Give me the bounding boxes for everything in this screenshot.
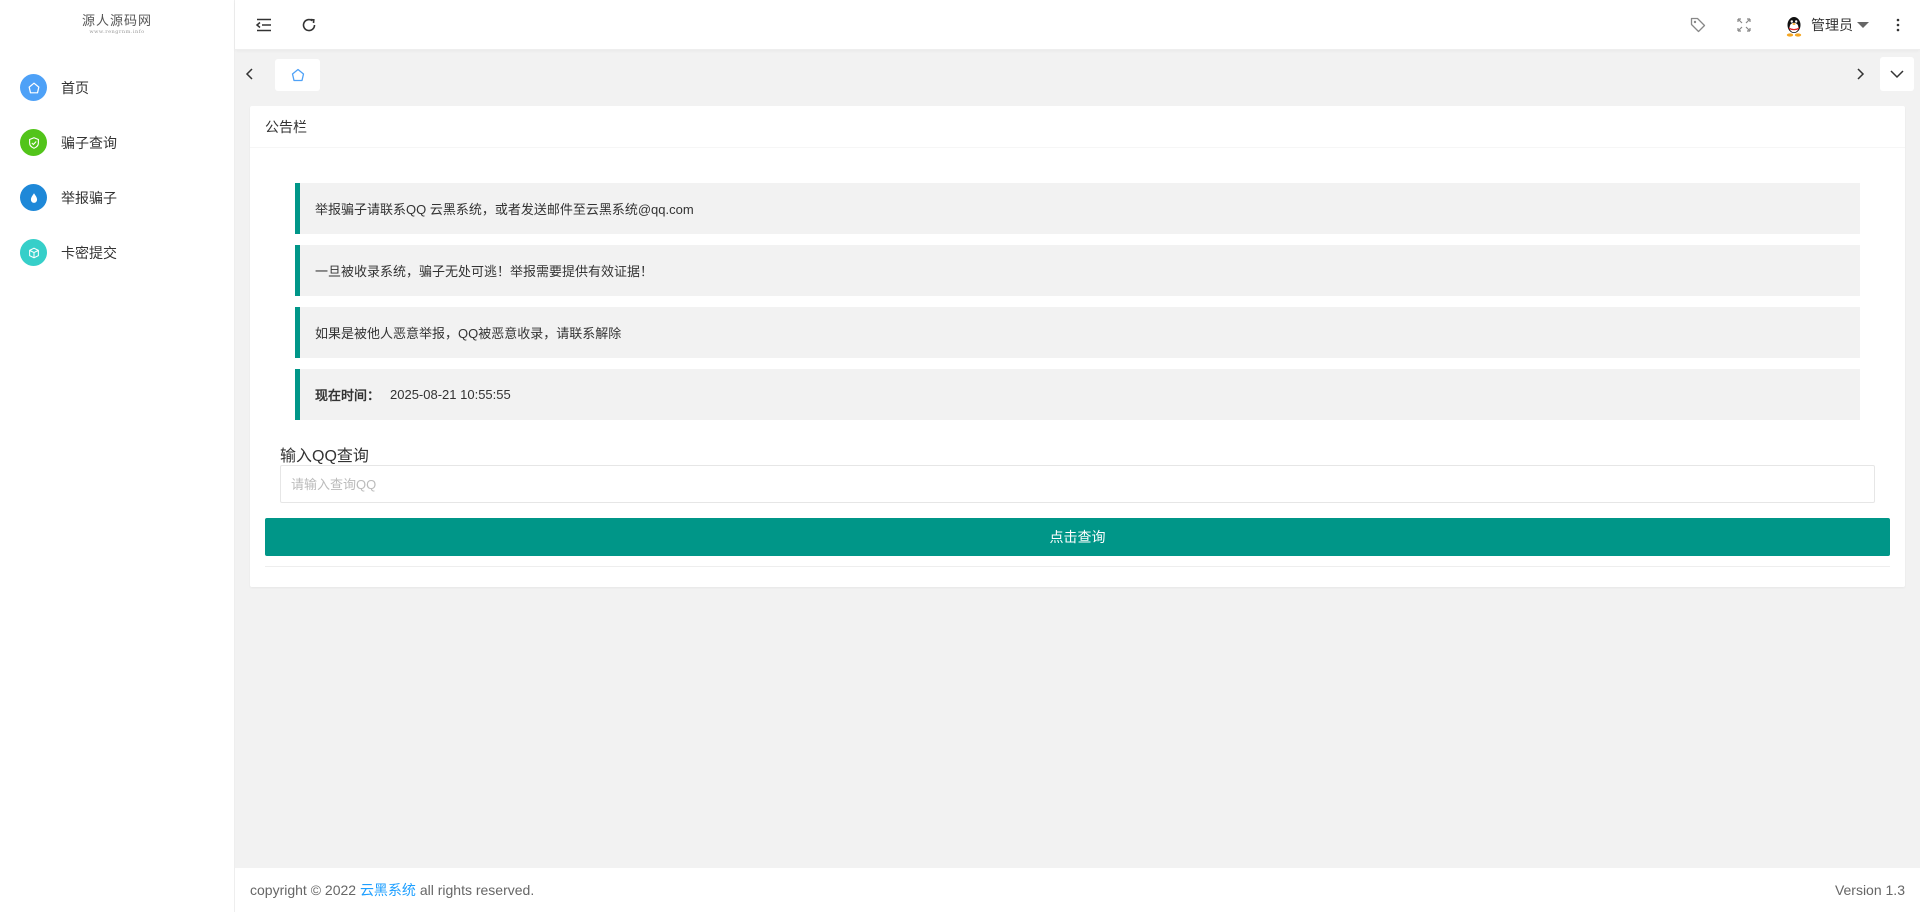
query-button[interactable]: 点击查询 [265,518,1890,556]
user-name: 管理员 [1811,17,1853,33]
tab-scroll-right-icon[interactable] [1845,57,1875,91]
sidebar-item-label: 卡密提交 [61,244,117,261]
sidebar-item-label: 骗子查询 [61,134,117,151]
logo[interactable]: 源人源码网 www.rengrnm.info [0,0,234,50]
copyright-suffix: all rights reserved. [419,882,535,898]
sidebar-menu: 首页 骗子查询 举报骗子 卡密提交 [0,50,234,280]
sidebar-item-home[interactable]: 首页 [0,60,234,115]
copyright-prefix: copyright © 2022 [250,882,357,898]
user-menu[interactable]: 管理员 [1783,12,1869,38]
divider [265,566,1890,567]
logo-title: 源人源码网 [81,14,152,29]
qq-search-input[interactable] [280,465,1875,503]
card-title: 公告栏 [250,106,1905,148]
tab-scroll-left-icon[interactable] [235,57,265,91]
tag-icon[interactable] [1687,14,1709,36]
home-icon [291,68,304,82]
sidebar-item-card-submit[interactable]: 卡密提交 [0,225,234,280]
current-time-value: 2025-08-21 10:55:55 [390,387,511,402]
logo-subtitle: www.rengrnm.info [89,29,145,35]
notice-text: 举报骗子请联系QQ 云黑系统，或者发送邮件至云黑系统@qq.com [315,202,694,217]
caret-down-icon [1857,22,1869,28]
menu-fold-icon[interactable] [253,14,275,36]
qq-query-label: 输入QQ查询 [280,448,369,465]
home-icon [20,74,47,101]
notice-card: 公告栏 举报骗子请联系QQ 云黑系统，或者发送邮件至云黑系统@qq.com 一旦… [250,106,1905,587]
cube-icon [20,239,47,266]
top-header: 管理员 [235,0,1920,50]
refresh-icon[interactable] [298,14,320,36]
fullscreen-icon[interactable] [1733,14,1755,36]
footer: copyright © 2022 云黑系统 all rights reserve… [235,868,1920,912]
shield-check-icon [20,129,47,156]
more-vertical-icon[interactable] [1887,14,1909,36]
notice-text: 如果是被他人恶意举报，QQ被恶意收录，请联系解除 [315,326,622,341]
tabs-bar [235,51,1920,96]
drop-icon [20,184,47,211]
sidebar-item-report-scammer[interactable]: 举报骗子 [0,170,234,225]
notice-item: 举报骗子请联系QQ 云黑系统，或者发送邮件至云黑系统@qq.com [295,183,1860,234]
copyright: copyright © 2022 云黑系统 all rights reserve… [250,880,534,900]
sidebar-item-label: 首页 [61,79,89,96]
notice-item: 一旦被收录系统，骗子无处可逃！举报需要提供有效证据！ [295,245,1860,296]
version-label: Version 1.3 [1834,882,1905,898]
tab-home[interactable] [275,59,320,91]
notice-text: 一旦被收录系统，骗子无处可逃！举报需要提供有效证据！ [315,264,654,279]
tab-options-chevron-down-icon[interactable] [1880,57,1914,91]
qq-avatar-icon [1786,17,1802,37]
sidebar-item-label: 举报骗子 [61,189,117,206]
sidebar: 源人源码网 www.rengrnm.info 首页 骗子查询 举报骗子 卡密提交 [0,0,235,912]
footer-brand-link[interactable]: 云黑系统 [360,882,416,898]
current-time-notice: 现在时间： 2025-08-21 10:55:55 [295,369,1860,420]
sidebar-item-scammer-query[interactable]: 骗子查询 [0,115,234,170]
current-time-label: 现在时间： [315,388,381,403]
notice-item: 如果是被他人恶意举报，QQ被恶意收录，请联系解除 [295,307,1860,358]
